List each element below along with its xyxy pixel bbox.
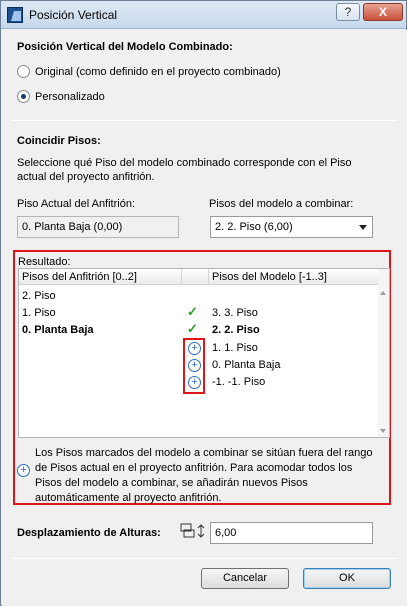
radio-original[interactable] xyxy=(17,65,30,78)
match-description-line1: Seleccione qué Piso del modelo combinado… xyxy=(17,157,352,169)
radio-custom[interactable] xyxy=(17,90,30,103)
vertical-position-heading: Posición Vertical del Modelo Combinado: xyxy=(17,41,233,53)
add-story-icon: + xyxy=(188,359,201,372)
result-list-header: Pisos del Anfitrión [0..2] Pisos del Mod… xyxy=(19,269,379,285)
row-model-cell[interactable]: 1. 1. Piso xyxy=(212,342,258,354)
add-story-icon: + xyxy=(188,342,201,355)
dialog-window: Posición Vertical ? X Posición Vertical … xyxy=(0,0,407,606)
model-stories-label: Pisos del modelo a combinar: xyxy=(209,198,354,210)
result-highlight-frame: Resultado: Pisos del Anfitrión [0..2] Pi… xyxy=(13,250,391,505)
scroll-up-arrow-icon[interactable] xyxy=(380,291,386,295)
row-model-cell[interactable]: 2. 2. Piso xyxy=(212,324,260,336)
host-story-value: 0. Planta Baja (0,00) xyxy=(22,221,123,233)
radio-custom-label[interactable]: Personalizado xyxy=(35,91,105,103)
check-icon: ✓ xyxy=(187,304,198,319)
column-divider xyxy=(181,269,182,285)
row-model-cell[interactable]: 3. 3. Piso xyxy=(212,307,258,319)
model-story-dropdown[interactable]: 2. 2. Piso (6,00) xyxy=(210,216,373,238)
row-model-cell[interactable]: -1. -1. Piso xyxy=(212,376,265,388)
column-divider xyxy=(208,269,209,285)
help-button[interactable]: ? xyxy=(336,3,360,21)
result-note: Los Pisos marcados del modelo a combinar… xyxy=(35,447,373,504)
radio-original-label[interactable]: Original (como definido en el proyecto c… xyxy=(35,66,281,78)
height-offset-label: Desplazamiento de Alturas: xyxy=(17,527,161,539)
check-icon: ✓ xyxy=(187,321,198,336)
window-title: Posición Vertical xyxy=(29,8,118,22)
separator xyxy=(12,120,397,121)
chevron-down-icon xyxy=(359,225,367,230)
row-host-cell[interactable]: 0. Planta Baja xyxy=(22,324,94,336)
ok-button[interactable]: OK xyxy=(303,568,391,589)
match-stories-heading: Coincidir Pisos: xyxy=(17,135,101,147)
title-bar[interactable]: Posición Vertical ? X xyxy=(1,1,406,29)
model-story-value: 2. 2. Piso (6,00) xyxy=(215,221,293,233)
host-story-field: 0. Planta Baja (0,00) xyxy=(17,216,179,238)
separator xyxy=(12,558,397,559)
app-icon xyxy=(7,7,23,23)
result-list-scrollbar[interactable] xyxy=(378,269,389,437)
height-offset-value: 6,00 xyxy=(215,527,237,539)
row-host-cell[interactable]: 1. Piso xyxy=(22,307,56,319)
height-offset-icon xyxy=(179,522,205,540)
row-model-cell[interactable]: 0. Planta Baja xyxy=(212,359,281,371)
result-label: Resultado: xyxy=(18,256,71,268)
match-description-line2: actual del proyecto anfitrión. xyxy=(17,171,155,183)
col-host-header[interactable]: Pisos del Anfitrión [0..2] xyxy=(22,271,137,283)
host-story-label: Piso Actual del Anfitrión: xyxy=(17,198,136,210)
dialog-content: Posición Vertical del Modelo Combinado: … xyxy=(2,30,407,606)
row-host-cell[interactable]: 2. Piso xyxy=(22,290,56,302)
add-story-icon: + xyxy=(17,464,30,477)
col-model-header[interactable]: Pisos del Modelo [-1..3] xyxy=(212,271,327,283)
close-button[interactable]: X xyxy=(363,3,403,21)
scroll-down-arrow-icon[interactable] xyxy=(380,429,386,433)
add-story-icon: + xyxy=(188,376,201,389)
height-offset-input[interactable]: 6,00 xyxy=(210,522,373,544)
result-list: Pisos del Anfitrión [0..2] Pisos del Mod… xyxy=(18,268,390,438)
cancel-button[interactable]: Cancelar xyxy=(201,568,289,589)
